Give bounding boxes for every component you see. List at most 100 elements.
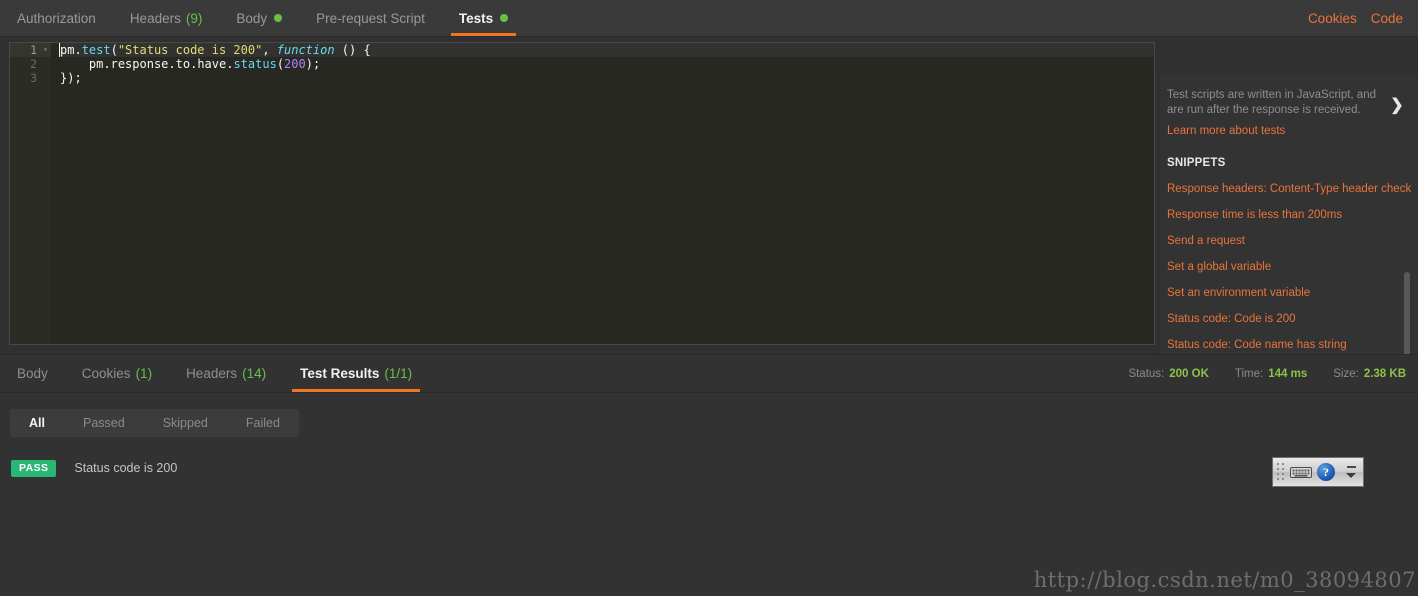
code-token: function bbox=[276, 43, 335, 57]
code-editor[interactable]: 1 ▾ 2 3 pm.test("Status code is 200", funct… bbox=[9, 42, 1155, 345]
request-tabs: Authorization Headers (9) Body Pre-request S… bbox=[0, 0, 525, 36]
tests-editor-region: 1 ▾ 2 3 pm.test("Status code is 200", funct… bbox=[0, 37, 1418, 391]
meta-label: Time: bbox=[1234, 367, 1264, 380]
code-token: status bbox=[233, 57, 277, 71]
test-name: Status code is 200 bbox=[74, 461, 178, 475]
meta-time: Time: 144 ms bbox=[1235, 368, 1307, 380]
table-row: PASS Status code is 200 bbox=[0, 453, 1418, 483]
meta-status: Status: 200 OK bbox=[1128, 368, 1208, 380]
filter-passed[interactable]: Passed bbox=[64, 409, 144, 437]
snippets-scrollbar[interactable] bbox=[1403, 74, 1412, 391]
snippet-item[interactable]: Set a global variable bbox=[1167, 261, 1394, 273]
meta-value: 144 ms bbox=[1268, 367, 1308, 380]
editor-line-number: 3 bbox=[30, 71, 37, 85]
code-token: pm bbox=[60, 57, 104, 71]
request-tab-label: Authorization bbox=[17, 10, 96, 26]
text-cursor bbox=[59, 43, 60, 57]
code-token: ( bbox=[276, 57, 285, 71]
response-tab-headers[interactable]: Headers (14) bbox=[169, 355, 283, 392]
code-token: ); bbox=[305, 57, 321, 71]
response-tab-cookies[interactable]: Cookies (1) bbox=[65, 355, 169, 392]
code-token: , bbox=[262, 43, 277, 57]
response-tab-label: Headers bbox=[186, 366, 238, 381]
response-tab-body[interactable]: Body bbox=[0, 355, 65, 392]
action-code[interactable]: Code bbox=[1364, 11, 1410, 26]
tests-help-text: Test scripts are written in JavaScript, … bbox=[1167, 89, 1376, 116]
code-token: () { bbox=[334, 43, 371, 57]
learn-more-link[interactable]: Learn more about tests bbox=[1167, 125, 1394, 137]
meta-value: 2.38 KB bbox=[1363, 367, 1406, 380]
help-icon[interactable]: ? bbox=[1317, 463, 1335, 481]
request-actions: Cookies Code bbox=[1301, 0, 1410, 36]
keyboard-icon[interactable] bbox=[1289, 463, 1313, 481]
snippet-item[interactable]: Set an environment variable bbox=[1167, 287, 1394, 299]
editor-line-number: 2 bbox=[30, 57, 37, 71]
response-tab-count: (1) bbox=[135, 366, 153, 381]
filter-skipped[interactable]: Skipped bbox=[144, 409, 227, 437]
request-tab-count: (9) bbox=[185, 10, 203, 26]
meta-label: Status: bbox=[1128, 367, 1165, 380]
request-tab-authorization[interactable]: Authorization bbox=[0, 0, 113, 36]
snippets-sidebar: Test scripts are written in JavaScript, … bbox=[1159, 74, 1418, 391]
meta-label: Size: bbox=[1333, 367, 1359, 380]
filter-failed[interactable]: Failed bbox=[227, 409, 299, 437]
ime-controls bbox=[1344, 466, 1358, 478]
code-token: test bbox=[81, 43, 111, 57]
snippets-heading: SNIPPETS bbox=[1167, 157, 1226, 169]
meta-size: Size: 2.38 KB bbox=[1333, 368, 1406, 380]
response-tabs: Body Cookies (1) Headers (14) Test Results (1/… bbox=[0, 355, 429, 392]
request-tab-label: Tests bbox=[458, 10, 494, 26]
snippet-item[interactable]: Status code: Code is 200 bbox=[1167, 313, 1394, 325]
action-cookies[interactable]: Cookies bbox=[1301, 11, 1364, 26]
response-tab-label: Body bbox=[17, 366, 48, 381]
request-tab-label: Body bbox=[236, 10, 268, 26]
snippet-item[interactable]: Response headers: Content-Type header ch… bbox=[1167, 183, 1411, 195]
request-tab-label: Pre-request Script bbox=[316, 10, 425, 26]
code-token: to bbox=[175, 57, 191, 71]
snippet-item[interactable]: Send a request bbox=[1167, 235, 1394, 247]
editor-code-line: pm.response.to.have.status(200); bbox=[60, 57, 1154, 71]
response-region: Body Cookies (1) Headers (14) Test Results (1/… bbox=[0, 354, 1418, 596]
filter-all[interactable]: All bbox=[10, 409, 64, 437]
minimize-icon[interactable] bbox=[1346, 466, 1356, 468]
response-tab-count: (14) bbox=[242, 366, 267, 381]
editor-line-number: 1 ▾ bbox=[10, 43, 51, 57]
editor-code-line: }); bbox=[60, 71, 1154, 85]
snippet-item[interactable]: Response time is less than 200ms bbox=[1167, 209, 1394, 221]
editor-code-area[interactable]: pm.test("Status code is 200", function (… bbox=[51, 43, 1154, 344]
request-tab-body[interactable]: Body bbox=[219, 0, 299, 36]
ime-floating-toolbar[interactable]: ? bbox=[1272, 457, 1364, 487]
chevron-down-icon[interactable] bbox=[1346, 473, 1356, 478]
response-meta: Status: 200 OK Time: 144 ms Size: 2.38 KB bbox=[1128, 355, 1406, 392]
snippet-item[interactable]: Status code: Code name has string bbox=[1167, 339, 1394, 351]
code-token: have bbox=[197, 57, 227, 71]
code-token: response bbox=[110, 57, 169, 71]
response-tab-label: Cookies bbox=[81, 366, 131, 381]
code-token: ( bbox=[110, 43, 118, 57]
request-tab-pre-request-script[interactable]: Pre-request Script bbox=[299, 0, 442, 36]
response-tab-bar: Body Cookies (1) Headers (14) Test Results (1/… bbox=[0, 355, 1418, 393]
response-tab-count: (1/1) bbox=[384, 366, 413, 381]
code-token: 200 bbox=[284, 57, 306, 71]
meta-value: 200 OK bbox=[1169, 367, 1209, 380]
status-dot-icon bbox=[274, 14, 283, 22]
snippets-content: Test scripts are written in JavaScript, … bbox=[1159, 74, 1411, 351]
request-tab-tests[interactable]: Tests bbox=[442, 0, 525, 36]
response-tab-label: Test Results bbox=[300, 366, 380, 381]
response-tab-test-results[interactable]: Test Results (1/1) bbox=[283, 355, 429, 392]
snippets-list: Response headers: Content-Type header ch… bbox=[1167, 183, 1411, 351]
code-token: . bbox=[168, 57, 176, 71]
editor-code-line: pm.test("Status code is 200", function (… bbox=[59, 43, 1154, 57]
watermark-url: http://blog.csdn.net/m0_38094807 bbox=[1033, 568, 1416, 592]
status-badge: PASS bbox=[11, 459, 57, 477]
status-dot-icon bbox=[500, 14, 509, 22]
code-token: . bbox=[103, 57, 111, 71]
request-tab-headers[interactable]: Headers (9) bbox=[113, 0, 220, 36]
test-filter-bar: All Passed Skipped Failed bbox=[10, 409, 299, 437]
test-results-list: PASS Status code is 200 bbox=[0, 453, 1418, 483]
code-token: . bbox=[74, 43, 82, 57]
fold-arrow-icon[interactable]: ▾ bbox=[43, 43, 48, 57]
editor-gutter: 1 ▾ 2 3 bbox=[10, 43, 51, 344]
drag-handle-icon[interactable] bbox=[1275, 461, 1286, 483]
code-token: "Status code is 200" bbox=[117, 43, 263, 57]
